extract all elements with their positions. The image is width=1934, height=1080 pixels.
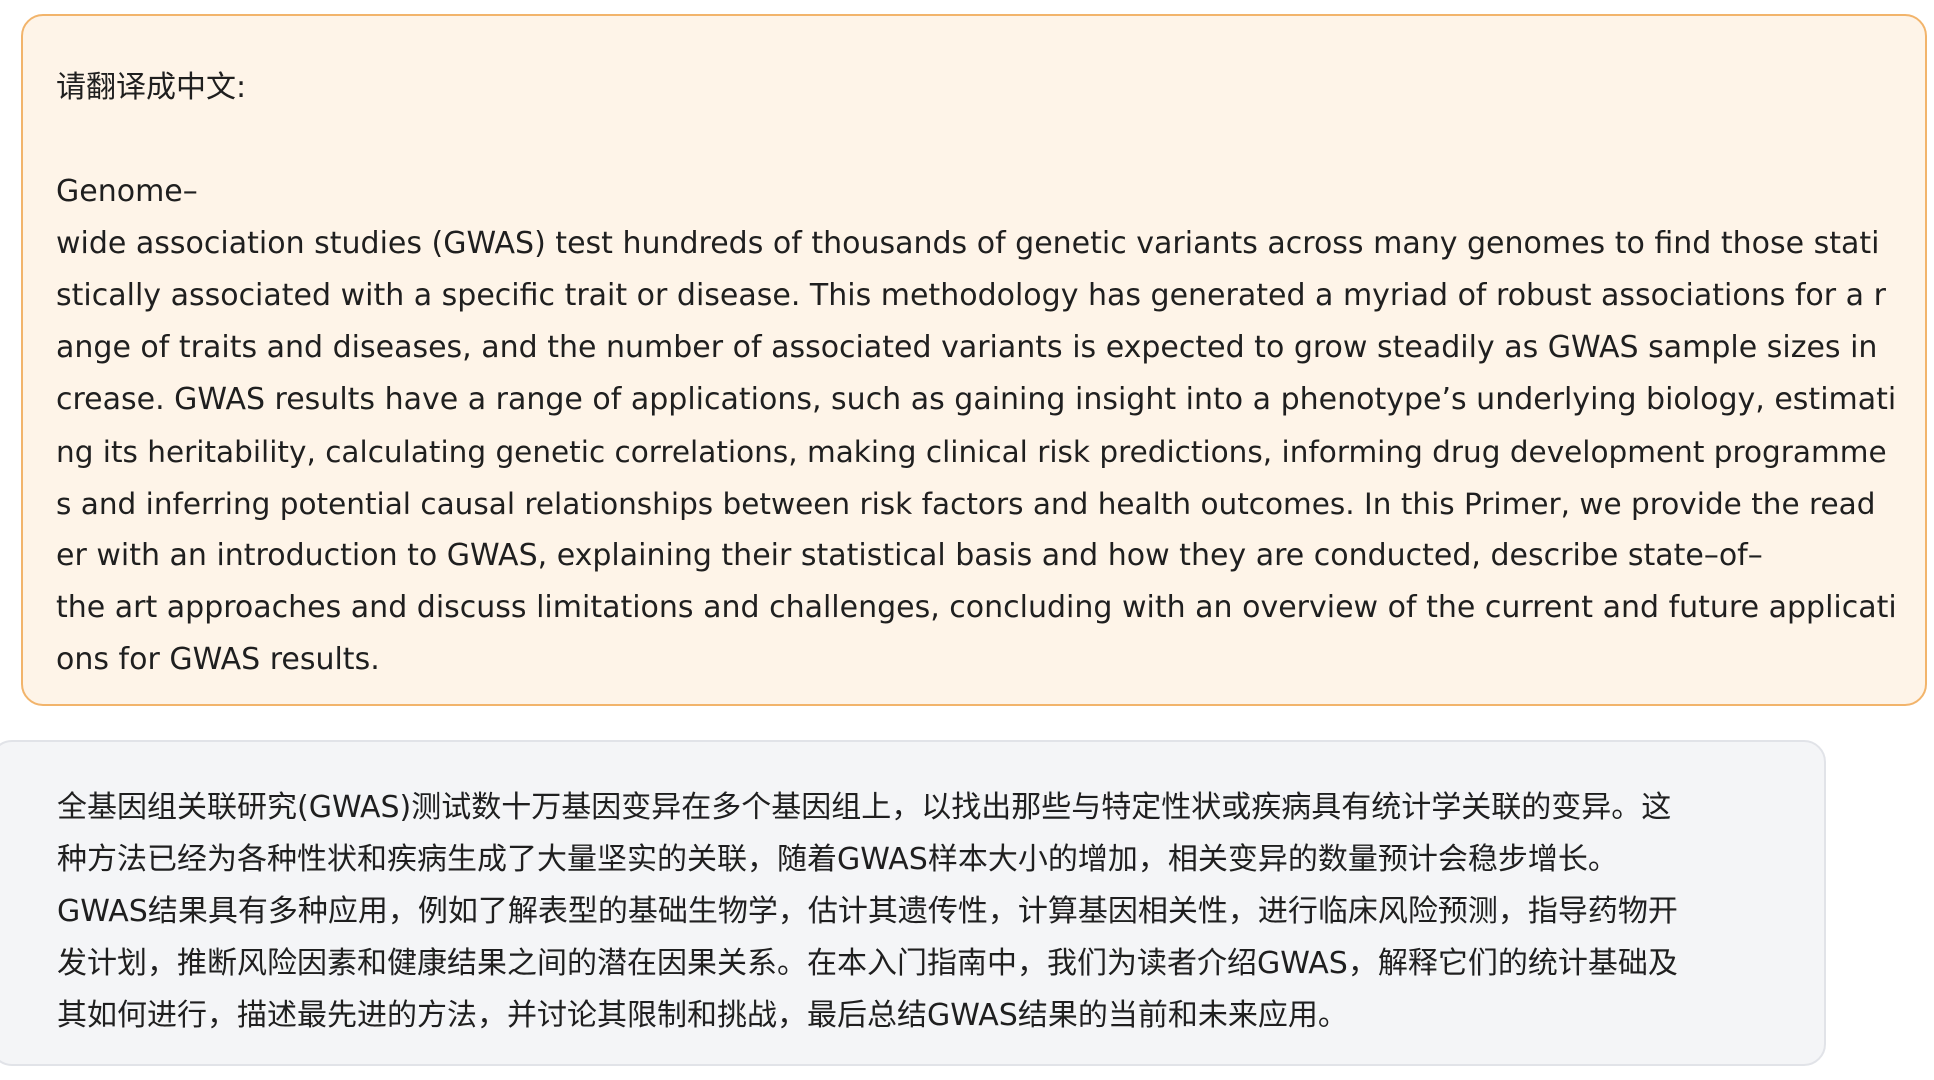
- assistant-message-line: 其如何进行，描述最先进的方法，并讨论其限制和挑战，最后总结GWAS结果的当前和未…: [57, 998, 1348, 1033]
- user-message-prompt: 请翻译成中文:: [56, 70, 247, 105]
- user-message-line: ons for GWAS results.: [56, 642, 380, 677]
- user-message-line: crease. GWAS results have a range of app…: [56, 382, 1897, 417]
- user-message-line: er with an introduction to GWAS, explain…: [56, 538, 1763, 573]
- user-message-line: s and inferring potential causal relatio…: [56, 487, 1876, 521]
- assistant-message-bubble: 全基因组关联研究(GWAS)测试数十万基因变异在多个基因组上，以找出那些与特定性…: [0, 740, 1826, 1066]
- user-message-line: ange of traits and diseases, and the num…: [56, 330, 1878, 365]
- user-message-line: the art approaches and discuss limitatio…: [56, 590, 1897, 625]
- user-message-line: wide association studies (GWAS) test hun…: [56, 226, 1880, 261]
- assistant-message-line: 种方法已经为各种性状和疾病生成了大量坚实的关联，随着GWAS样本大小的增加，相关…: [57, 842, 1618, 877]
- user-message-line: stically associated with a specific trai…: [56, 278, 1886, 313]
- assistant-message-line: 全基因组关联研究(GWAS)测试数十万基因变异在多个基因组上，以找出那些与特定性…: [57, 790, 1672, 825]
- user-message-bubble: 请翻译成中文: Genome– wide association studies…: [21, 14, 1927, 706]
- assistant-message-line: 发计划，推断风险因素和健康结果之间的潜在因果关系。在本入门指南中，我们为读者介绍…: [57, 946, 1678, 981]
- user-message-line: Genome–: [56, 174, 198, 209]
- user-message-line: ng its heritability, calculating genetic…: [56, 435, 1887, 469]
- assistant-message-line: GWAS结果具有多种应用，例如了解表型的基础生物学，估计其遗传性，计算基因相关性…: [57, 894, 1678, 929]
